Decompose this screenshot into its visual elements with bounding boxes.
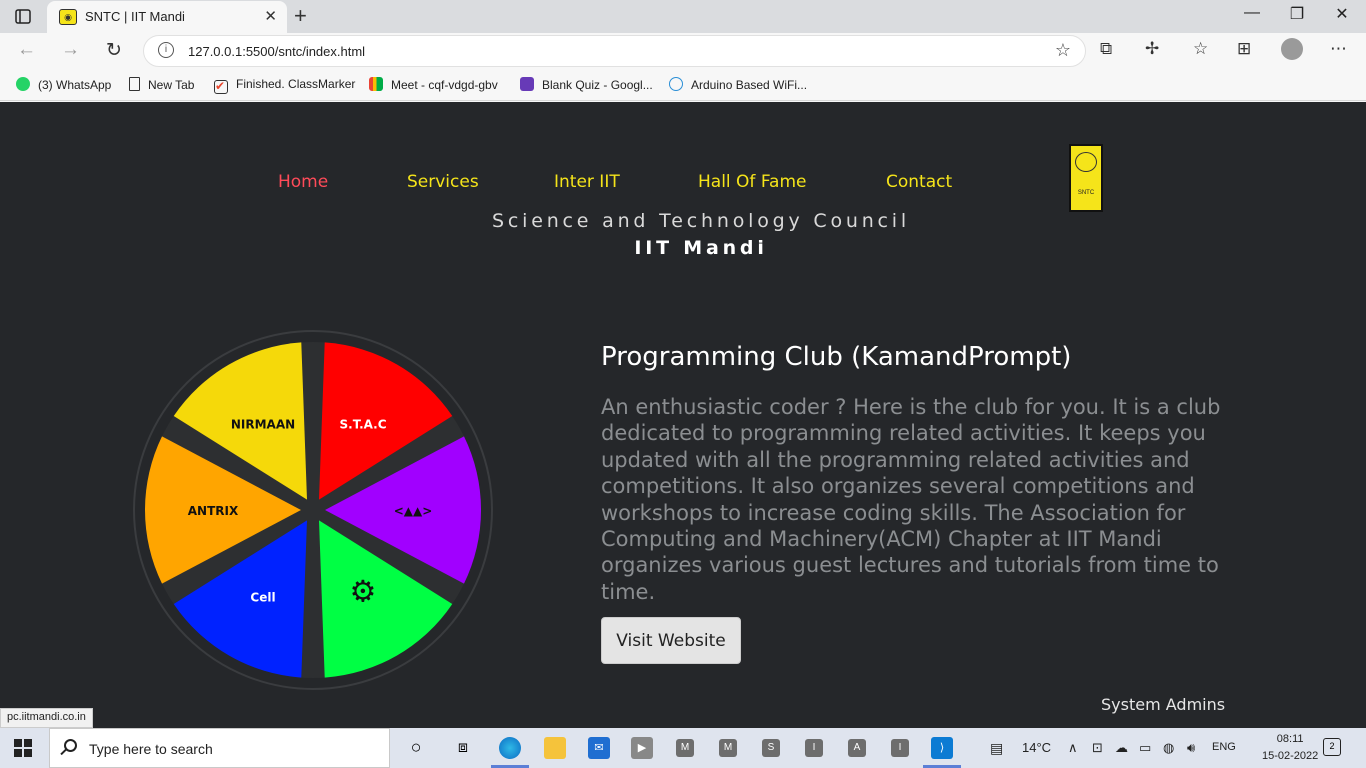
page-viewport: Home Services Inter IIT Hall Of Fame Con… [0, 102, 1366, 728]
bookmark-arduino[interactable]: Arduino Based WiFi... [669, 77, 807, 92]
bookmark-label: Arduino Based WiFi... [691, 78, 808, 92]
task-view-icon[interactable]: ⧈ [452, 737, 474, 759]
bookmark-google-forms[interactable]: Blank Quiz - Googl... [520, 77, 653, 92]
taskbar-app-m2[interactable]: M [719, 739, 737, 757]
visit-website-button[interactable]: Visit Website [601, 617, 741, 664]
tab-collections-icon[interactable]: ⊞ [1237, 39, 1251, 59]
search-placeholder: Type here to search [89, 741, 213, 757]
bookmark-meet[interactable]: Meet - cqf-vdgd-gbv [369, 77, 498, 92]
add-favorite-icon[interactable]: ☆ [1055, 40, 1071, 61]
mail-icon[interactable]: ✉ [588, 737, 610, 759]
restore-icon[interactable]: ❐ [1277, 4, 1317, 24]
bookmark-new-tab[interactable]: New Tab [129, 77, 194, 92]
college-heading: IIT Mandi [634, 237, 768, 259]
profile-avatar[interactable] [1281, 38, 1303, 60]
status-bar-url: pc.iitmandi.co.in [0, 708, 93, 728]
media-icon[interactable]: ▶ [631, 737, 653, 759]
tab-strip: ◉ SNTC | IIT Mandi ✕ + — ❐ ✕ [0, 0, 1366, 33]
volume-icon[interactable]: 🔊︎ [1187, 740, 1195, 756]
language-indicator[interactable]: ENG [1212, 741, 1236, 753]
tray-chevron-icon[interactable]: ∧ [1068, 740, 1078, 756]
new-tab-button[interactable]: + [294, 3, 307, 29]
logo-text: SNTC [1077, 190, 1095, 196]
tab-actions-icon[interactable] [10, 7, 36, 27]
browser-tab-active[interactable]: ◉ SNTC | IIT Mandi ✕ [47, 1, 287, 33]
bookmark-label: Blank Quiz - Googl... [542, 78, 653, 92]
wheel-label-5: NIRMAAN [231, 417, 295, 431]
checkmark-icon: ✔ [214, 80, 228, 94]
brain-icon [1075, 152, 1097, 172]
club-title: Programming Club (KamandPrompt) [601, 342, 1072, 372]
sntc-logo[interactable]: SNTC [1069, 144, 1103, 212]
bookmark-label: Finished. ClassMarker [236, 77, 356, 91]
forms-icon [520, 77, 534, 91]
taskbar-app-a[interactable]: A [848, 739, 866, 757]
bookmark-label: Meet - cqf-vdgd-gbv [391, 78, 498, 92]
site-info-icon[interactable]: i [158, 42, 174, 58]
weather-icon[interactable]: ▤ [990, 740, 1003, 757]
tab-close-icon[interactable]: ✕ [264, 7, 277, 25]
system-clock[interactable]: 08:11 15-02-2022 [1262, 731, 1318, 765]
address-bar-row: ← → ↻ i 127.0.0.1:5500/sntc/index.html ☆… [0, 33, 1366, 69]
wheel-label-0: S.T.A.C [340, 417, 387, 431]
window-close-icon[interactable]: ✕ [1322, 4, 1362, 24]
onedrive-icon[interactable]: ☁ [1115, 740, 1128, 756]
bookmark-label: New Tab [148, 78, 195, 92]
nav-contact[interactable]: Contact [886, 172, 952, 192]
minimize-icon[interactable]: — [1232, 4, 1272, 22]
taskbar-app-i2[interactable]: I [891, 739, 909, 757]
clubs-wheel: S.T.A.C <▲▲> ⚙ Cell ANTRIX NIRMAAN [133, 330, 493, 690]
url-text[interactable]: 127.0.0.1:5500/sntc/index.html [188, 44, 365, 59]
wheel-label-2: ⚙ [350, 575, 377, 610]
whatsapp-icon [16, 77, 30, 91]
weather-temp[interactable]: 14°C [1022, 740, 1051, 755]
cortana-icon[interactable]: ○ [405, 737, 427, 759]
wheel-label-1: <▲▲> [394, 504, 433, 518]
windows-start-icon[interactable] [14, 739, 32, 757]
bookmark-label: (3) WhatsApp [38, 78, 112, 92]
bookmark-whatsapp[interactable]: (3) WhatsApp [16, 77, 111, 92]
globe-icon [669, 77, 683, 91]
file-explorer-icon[interactable] [544, 737, 566, 759]
edge-icon[interactable] [499, 737, 521, 759]
forward-arrow-icon[interactable]: → [61, 39, 80, 61]
nav-home[interactable]: Home [278, 172, 328, 192]
network-icon[interactable]: ◍ [1163, 740, 1174, 756]
tray-meet-icon[interactable]: ⊡ [1092, 740, 1103, 756]
club-description: An enthusiastic coder ? Here is the club… [601, 395, 1221, 604]
page-icon [129, 77, 140, 91]
wheel-label-4: ANTRIX [188, 504, 239, 518]
bookmarks-bar: (3) WhatsApp New Tab ✔ Finished. ClassMar… [0, 69, 1366, 101]
wheel-label-3: Cell [250, 591, 275, 605]
taskbar-app-m1[interactable]: M [676, 739, 694, 757]
reload-icon[interactable]: ↻ [106, 39, 122, 62]
taskbar-search[interactable]: Type here to search [49, 728, 390, 768]
nav-services[interactable]: Services [407, 172, 479, 192]
sntc-favicon-icon: ◉ [59, 9, 77, 25]
nav-inter-iit[interactable]: Inter IIT [554, 172, 620, 192]
vscode-icon[interactable]: ⟩ [931, 737, 953, 759]
council-heading: Science and Technology Council [492, 210, 910, 232]
extensions-icon[interactable]: ✢ [1145, 39, 1159, 59]
taskbar-app-i1[interactable]: I [805, 739, 823, 757]
nav-hall-of-fame[interactable]: Hall Of Fame [698, 172, 806, 192]
clock-time: 08:11 [1276, 733, 1304, 745]
back-arrow-icon[interactable]: ← [17, 39, 36, 61]
favorites-icon[interactable]: ☆ [1193, 39, 1208, 59]
clock-date: 15-02-2022 [1262, 750, 1319, 762]
bookmark-classmarker[interactable]: ✔ Finished. ClassMarker [214, 77, 355, 94]
tab-title: SNTC | IIT Mandi [85, 9, 185, 24]
notification-center-icon[interactable]: 2 [1323, 738, 1341, 756]
battery-icon[interactable]: ▭ [1139, 740, 1151, 756]
address-bar[interactable]: i 127.0.0.1:5500/sntc/index.html ☆ [143, 35, 1086, 67]
meet-icon [369, 77, 383, 91]
more-menu-icon[interactable]: ⋯ [1330, 39, 1347, 59]
system-admins-label: System Admins [1101, 695, 1226, 714]
taskbar-app-s[interactable]: S [762, 739, 780, 757]
collections-icon[interactable]: ⧉ [1100, 39, 1112, 59]
search-icon [64, 739, 77, 752]
windows-taskbar: Type here to search ○ ⧈ ✉ ▶ M M S I A I … [0, 728, 1366, 768]
